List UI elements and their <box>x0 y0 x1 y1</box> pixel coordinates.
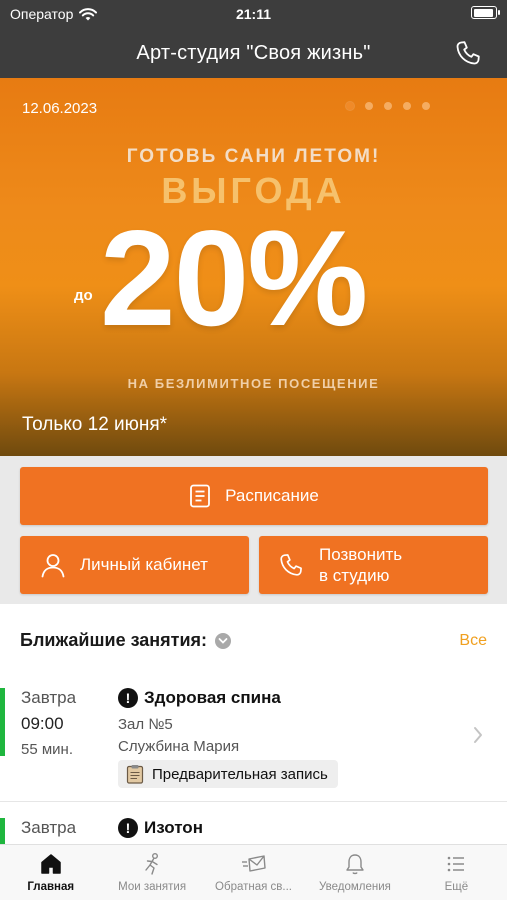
lesson-item[interactable]: Завтра ! Изотон <box>0 818 507 844</box>
schedule-button[interactable]: Расписание <box>20 467 488 525</box>
chevron-down-icon[interactable] <box>215 632 232 649</box>
tab-bar: Главная Мои занятия Обратная св... Уведо… <box>0 844 507 900</box>
battery-icon <box>471 6 500 19</box>
chevron-right-icon[interactable] <box>473 726 483 744</box>
personal-cabinet-button[interactable]: Личный кабинет <box>20 536 249 594</box>
home-icon <box>40 854 61 874</box>
divider <box>0 801 507 802</box>
call-studio-button[interactable]: Позвонить в студию <box>259 536 488 594</box>
tab-notifications[interactable]: Уведомления <box>304 845 405 900</box>
user-icon <box>41 554 65 578</box>
lesson-day: Завтра <box>21 688 77 707</box>
lesson-name: ! Здоровая спина <box>118 688 281 708</box>
promo-banner[interactable]: 12.06.2023 ГОТОВЬ САНИ ЛЕТОМ! ВЫГОДА до … <box>0 78 507 456</box>
carousel-dot[interactable] <box>346 102 354 110</box>
tab-label: Ещё <box>444 881 469 893</box>
activity-icon <box>145 853 159 875</box>
tab-more[interactable]: Ещё <box>406 845 507 900</box>
badge-label: Предварительная запись <box>152 765 328 783</box>
tab-feedback[interactable]: Обратная св... <box>203 845 304 900</box>
promo-prefix: до <box>74 287 93 304</box>
call-label-line1: Позвонить <box>319 545 403 564</box>
tab-label: Уведомления <box>318 881 391 893</box>
promo-subtitle: НА БЕЗЛИМИТНОЕ ПОСЕЩЕНИЕ <box>127 376 380 391</box>
carousel-dot[interactable] <box>403 102 411 110</box>
page-title: Арт-студия "Своя жизнь" <box>136 42 371 64</box>
tab-my-lessons[interactable]: Мои занятия <box>101 845 202 900</box>
upcoming-title: Ближайшие занятия: <box>20 630 208 650</box>
status-bar: Оператор 21:11 <box>0 0 507 28</box>
quick-actions: Расписание Личный кабинет Позвонить в ст… <box>0 456 507 604</box>
lesson-status-bar <box>0 818 5 844</box>
promo-headline: ГОТОВЬ САНИ ЛЕТОМ! <box>126 146 381 167</box>
upcoming-lessons: Ближайшие занятия: Все Завтра 09:00 55 м… <box>0 604 507 844</box>
tab-label: Мои занятия <box>118 881 187 893</box>
call-label: Позвонить в студию <box>319 544 402 586</box>
see-all-link[interactable]: Все <box>459 632 487 650</box>
lesson-item[interactable]: Завтра 09:00 55 мин. ! Здоровая спина За… <box>0 688 507 801</box>
lesson-status-bar <box>0 688 5 756</box>
status-time: 21:11 <box>235 6 272 22</box>
clipboard-icon <box>126 765 144 784</box>
phone-icon[interactable] <box>453 38 483 68</box>
carousel-dot[interactable] <box>365 102 373 110</box>
lesson-duration: 55 мин. <box>21 741 73 758</box>
lesson-name: ! Изотон <box>118 818 203 838</box>
tab-label: Главная <box>27 881 75 893</box>
cabinet-label: Личный кабинет <box>80 555 208 574</box>
schedule-icon <box>190 484 211 508</box>
carousel-dot[interactable] <box>422 102 430 110</box>
carousel-dot[interactable] <box>384 102 392 110</box>
schedule-label: Расписание <box>225 486 319 505</box>
exclamation-icon: ! <box>118 818 138 838</box>
phone-icon <box>280 554 302 576</box>
tab-home[interactable]: Главная <box>0 845 101 900</box>
feedback-icon <box>241 855 266 872</box>
lesson-time: 09:00 <box>21 714 64 733</box>
lesson-day: Завтра <box>21 818 77 837</box>
upcoming-header[interactable]: Ближайшие занятия: <box>20 630 232 651</box>
lesson-teacher: Службина Мария <box>118 738 240 755</box>
call-label-line2: в студию <box>319 566 390 585</box>
exclamation-icon: ! <box>118 688 138 708</box>
tab-label: Обратная св... <box>215 881 292 893</box>
bell-icon <box>346 854 364 875</box>
title-bar: Арт-студия "Своя жизнь" <box>0 34 507 72</box>
promo-discount: 20% <box>100 202 368 354</box>
carousel-dots[interactable] <box>346 102 430 110</box>
banner-date: 12.06.2023 <box>22 100 98 117</box>
lesson-title: Здоровая спина <box>144 688 281 707</box>
lesson-hall: Зал №5 <box>118 716 173 733</box>
lesson-title: Изотон <box>144 818 203 837</box>
more-icon <box>448 856 465 872</box>
promo-note: Только 12 июня* <box>22 414 168 435</box>
app-header: Оператор 21:11 Арт-студия "Своя жизнь" <box>0 0 507 78</box>
pre-registration-badge: Предварительная запись <box>118 760 338 788</box>
